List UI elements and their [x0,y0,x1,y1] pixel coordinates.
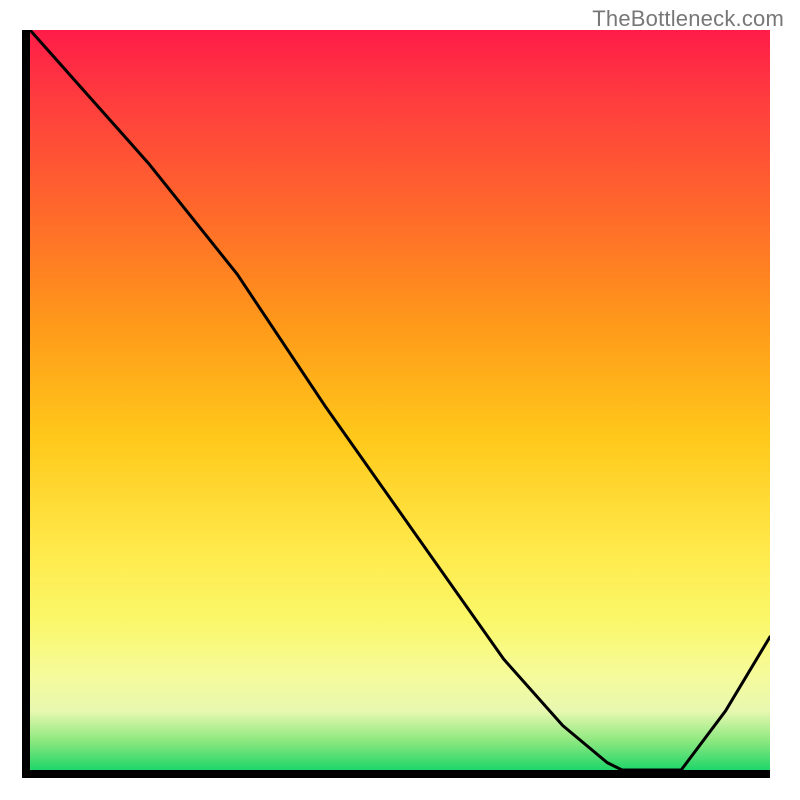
watermark-source: TheBottleneck.com [592,6,784,32]
chart-background-gradient [30,30,770,770]
y-axis [22,30,30,778]
x-axis [30,770,770,778]
